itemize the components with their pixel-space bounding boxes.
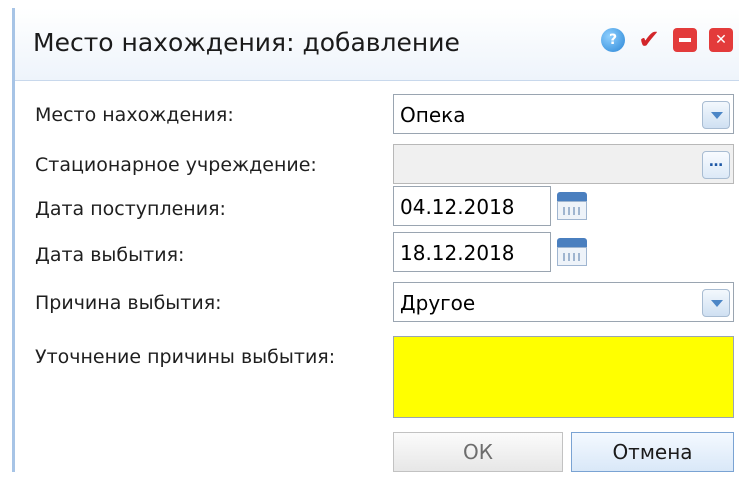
cancel-button[interactable]: Отмена <box>571 432 734 472</box>
location-combobox[interactable]: Опека <box>393 94 734 134</box>
title-bar-icons: ? ✔ ✕ <box>601 25 733 55</box>
institution-label: Стационарное учреждение: <box>35 154 317 176</box>
arrival-date-label: Дата поступления: <box>35 198 226 220</box>
ok-button[interactable]: ОК <box>393 432 563 472</box>
location-label: Место нахождения: <box>35 104 234 126</box>
dialog-title: Место нахождения: добавление <box>33 28 460 57</box>
minimize-icon[interactable] <box>673 28 697 52</box>
departure-date-value: 18.12.2018 <box>400 241 515 265</box>
reason-details-label: Уточнение причины выбытия: <box>35 346 336 368</box>
help-icon[interactable]: ? <box>601 28 625 52</box>
check-icon[interactable]: ✔ <box>637 25 661 55</box>
close-icon[interactable]: ✕ <box>709 28 733 52</box>
chevron-down-icon[interactable] <box>702 101 730 129</box>
reason-value: Другое <box>400 291 476 315</box>
more-icon[interactable]: … <box>702 151 730 179</box>
arrival-date-value: 04.12.2018 <box>400 195 515 219</box>
dialog-window: Место нахождения: добавление ? ✔ ✕ Место… <box>12 8 739 472</box>
reason-details-textarea[interactable] <box>393 336 734 418</box>
departure-date-input[interactable]: 18.12.2018 <box>393 232 551 272</box>
reason-label: Причина выбытия: <box>35 292 222 314</box>
calendar-icon[interactable] <box>557 238 587 266</box>
title-bar[interactable]: Место нахождения: добавление ? ✔ ✕ <box>15 8 739 81</box>
calendar-icon[interactable] <box>557 192 587 220</box>
chevron-down-icon[interactable] <box>702 289 730 317</box>
location-value: Опека <box>400 103 466 127</box>
departure-date-label: Дата выбытия: <box>35 244 185 266</box>
arrival-date-input[interactable]: 04.12.2018 <box>393 186 551 226</box>
reason-combobox[interactable]: Другое <box>393 282 734 322</box>
institution-field: … <box>393 144 734 184</box>
